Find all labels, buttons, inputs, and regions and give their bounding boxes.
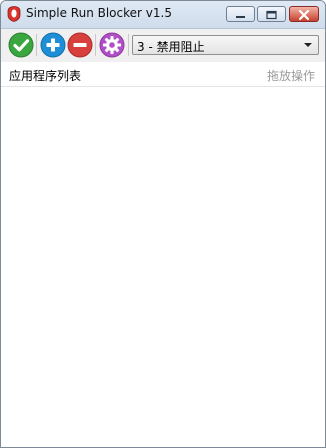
close-icon bbox=[298, 9, 310, 21]
toolbar: 3 - 禁用阻止 bbox=[1, 29, 325, 62]
list-header: 应用程序列表 拖放操作 bbox=[1, 63, 325, 87]
app-window: Simple Run Blocker v1.5 3 - 禁用阻止 应用程序列表 … bbox=[0, 0, 326, 448]
toolbar-separator bbox=[95, 34, 96, 56]
title-bar[interactable]: Simple Run Blocker v1.5 bbox=[1, 1, 325, 29]
toolbar-separator bbox=[128, 34, 129, 56]
chevron-down-icon[interactable] bbox=[304, 43, 312, 47]
mode-select-value: 3 - 禁用阻止 bbox=[137, 40, 205, 54]
minimize-icon bbox=[236, 16, 245, 18]
close-button[interactable] bbox=[289, 6, 319, 22]
toolbar-separator bbox=[36, 34, 37, 56]
window-title: Simple Run Blocker v1.5 bbox=[26, 6, 172, 20]
minus-icon[interactable] bbox=[67, 32, 93, 58]
checkmark-icon[interactable] bbox=[8, 32, 34, 58]
app-list[interactable] bbox=[1, 87, 325, 447]
plus-icon[interactable] bbox=[40, 32, 66, 58]
app-shield-icon bbox=[7, 6, 21, 22]
column-apps[interactable]: 应用程序列表 bbox=[9, 67, 81, 84]
maximize-icon bbox=[266, 10, 277, 20]
gear-icon[interactable] bbox=[99, 32, 125, 58]
column-drag: 拖放操作 bbox=[266, 69, 315, 83]
minimize-button[interactable] bbox=[226, 6, 255, 22]
maximize-button[interactable] bbox=[257, 6, 286, 22]
mode-select[interactable]: 3 - 禁用阻止 bbox=[132, 35, 319, 55]
